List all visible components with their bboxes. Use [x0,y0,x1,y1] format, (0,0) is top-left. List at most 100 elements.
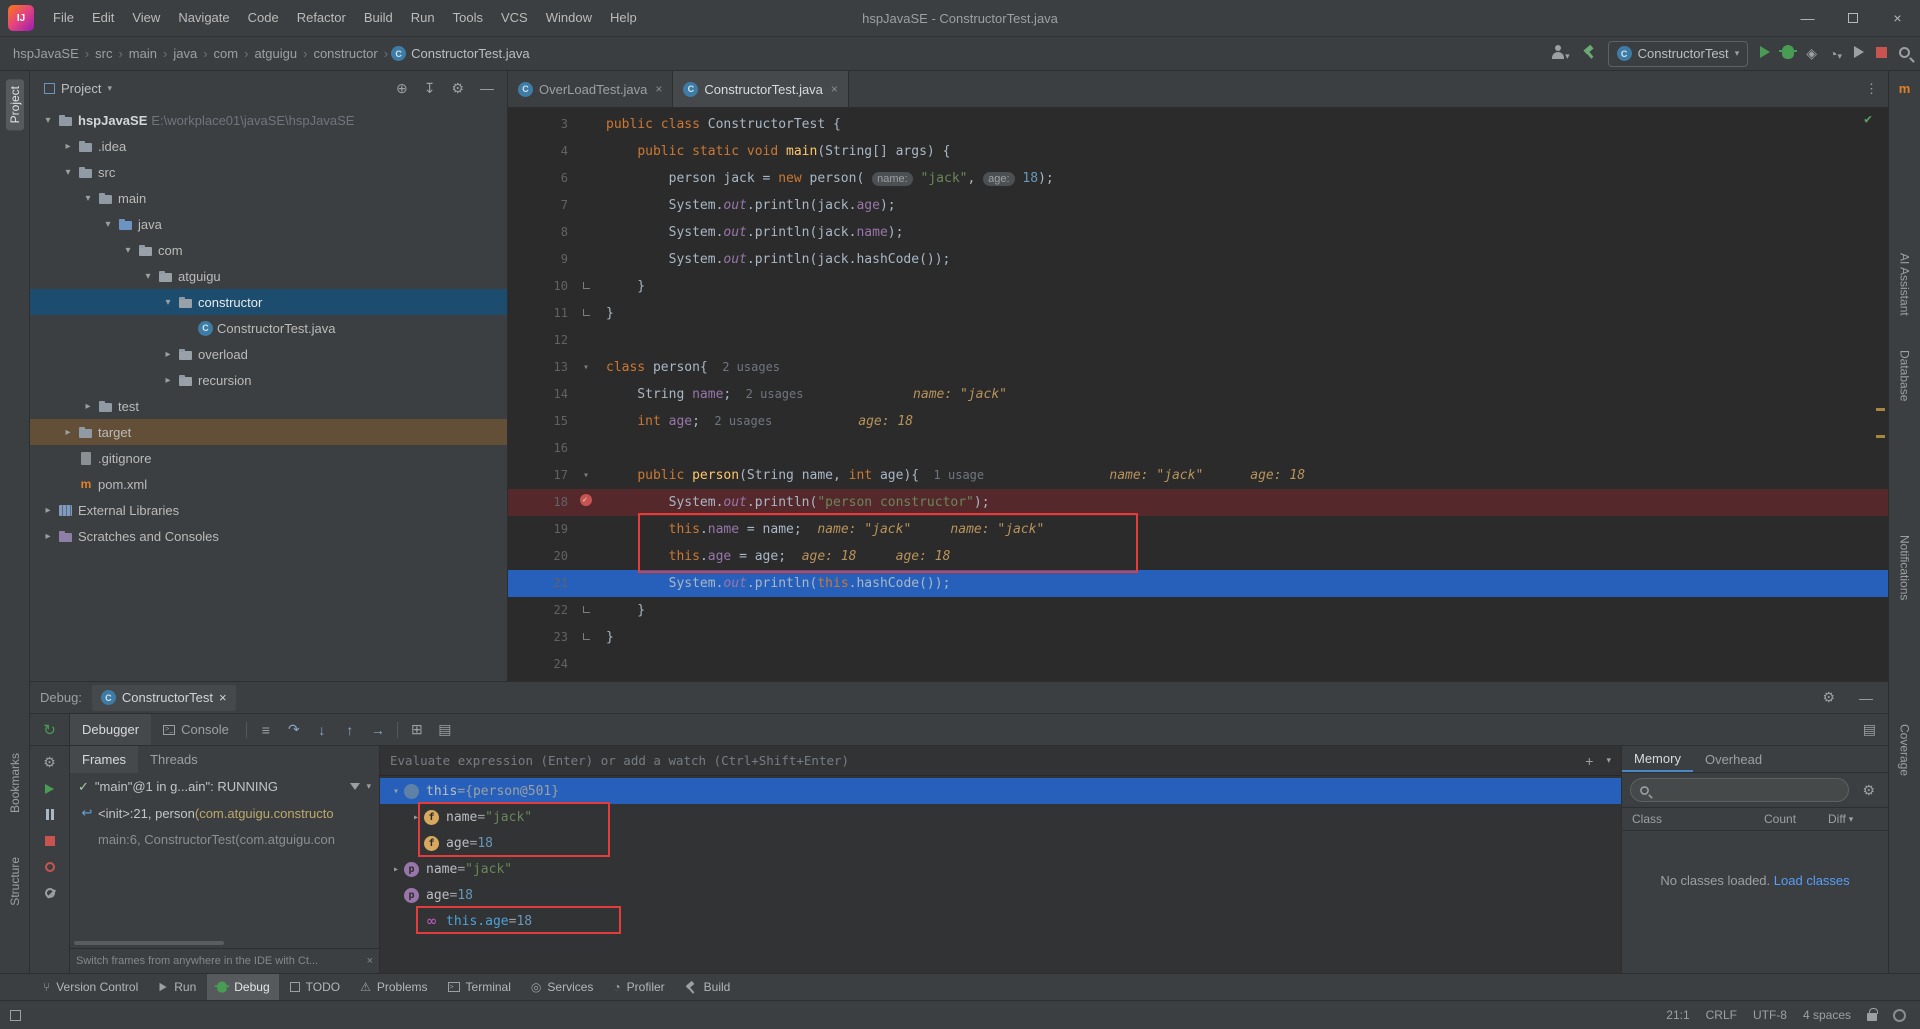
stop-button[interactable] [45,834,55,849]
tree-item-constructor[interactable]: ▾constructor [30,289,507,315]
variable-row[interactable]: ▸pname = "jack" [380,856,1621,882]
step-over-button[interactable]: ↷ [280,721,308,738]
tab-options-icon[interactable]: ⋮ [1865,81,1878,97]
stack-frame[interactable]: ↩<init>:21, person (com.atguigu.construc… [70,800,379,826]
hide-debug-panel-button[interactable]: — [1854,690,1878,706]
tab-debugger[interactable]: Debugger [70,714,151,745]
mute-breakpoints-button[interactable] [45,886,55,901]
indent-setting[interactable]: 4 spaces [1803,1008,1851,1022]
code-line[interactable]: 11} [508,300,1888,327]
menu-item-help[interactable]: Help [601,0,646,36]
step-out-button[interactable]: ↑ [336,722,364,738]
gutter[interactable]: 9 [508,246,598,273]
breakpoint-icon[interactable] [580,494,592,506]
sidebar-item-notifications[interactable]: Notifications [1896,528,1914,607]
menu-item-window[interactable]: Window [537,0,601,36]
lock-icon[interactable] [1867,1013,1877,1021]
code-line[interactable]: 24 [508,651,1888,678]
code-area[interactable]: 3public class ConstructorTest {4 public … [508,108,1888,678]
variable-row[interactable]: ▸fname = "jack" [380,804,1621,830]
tree-item-constructortest-java[interactable]: CConstructorTest.java [30,315,507,341]
gutter[interactable]: 23 [508,624,598,651]
gutter[interactable]: 19 [508,516,598,543]
close-icon[interactable]: × [829,82,838,96]
close-icon[interactable]: × [367,955,373,967]
breadcrumb-item[interactable]: hspJavaSE [10,44,82,63]
run-button[interactable] [1760,46,1770,61]
memory-settings-icon[interactable]: ⚙ [1857,782,1880,799]
debug-settings-icon[interactable]: ⚙ [1817,689,1840,706]
tree-item-target[interactable]: ▸target [30,419,507,445]
tree-item-scratches-and-consoles[interactable]: ▸Scratches and Consoles [30,523,507,549]
view-breakpoints-button[interactable]: ⊞ [403,721,431,738]
tree-item-src[interactable]: ▾src [30,159,507,185]
variable-row[interactable]: fage = 18 [380,830,1621,856]
editor-tab[interactable]: COverLoadTest.java× [508,71,673,107]
view-breakpoints-button[interactable] [45,860,55,875]
gutter[interactable]: 8 [508,219,598,246]
code-line[interactable]: 6 person jack = new person( name: "jack"… [508,165,1888,192]
breadcrumb-item[interactable]: com [211,44,242,63]
thread-selector[interactable]: ✓ "main"@1 in g...ain": RUNNING ▾ [70,773,379,800]
code-line[interactable]: 12 [508,327,1888,354]
settings-icon[interactable]: ⚙ [446,80,469,97]
gutter[interactable]: 18 [508,489,598,516]
toolwindow-button-problems[interactable]: ⚠Problems [351,974,436,1000]
gutter[interactable]: 14 [508,381,598,408]
maven-icon[interactable]: m [1899,81,1911,96]
breadcrumb-item[interactable]: java [170,44,200,63]
run-config-selector[interactable]: C ConstructorTest ▾ [1608,41,1749,67]
evaluate-expression-button[interactable]: ▤ [431,721,459,738]
sidebar-item-coverage[interactable]: Coverage [1896,717,1914,783]
profiler-button[interactable]: ◔▾ [1829,46,1842,62]
variable-row[interactable]: ▾this = {person@501} [380,778,1621,804]
memory-search-input[interactable] [1630,778,1849,802]
more-options-icon[interactable]: ≡ [252,722,280,738]
code-line[interactable]: 20 this.age = age; age: 18 age: 18 [508,543,1888,570]
tree-item-java[interactable]: ▾java [30,211,507,237]
gutter[interactable]: 7 [508,192,598,219]
stop-button[interactable] [1876,46,1887,61]
variable-row[interactable]: page = 18 [380,882,1621,908]
gutter[interactable]: 3 [508,111,598,138]
gutter[interactable]: 20 [508,543,598,570]
gutter[interactable]: 13▾ [508,354,598,381]
breadcrumb-file[interactable]: CConstructorTest.java [391,46,530,61]
menu-item-edit[interactable]: Edit [83,0,123,36]
code-line[interactable]: 21 System.out.println(this.hashCode()); [508,570,1888,597]
file-encoding[interactable]: UTF-8 [1753,1008,1787,1022]
sidebar-item-bookmarks[interactable]: Bookmarks [6,746,24,820]
breadcrumb-item[interactable]: main [126,44,160,63]
menu-item-run[interactable]: Run [402,0,444,36]
toolwindow-button-version-control[interactable]: ⑂Version Control [34,974,147,1000]
toolwindow-button-profiler[interactable]: ◔Profiler [604,974,673,1000]
column-class[interactable]: Class [1632,812,1764,826]
tree-item-external-libraries[interactable]: ▸External Libraries [30,497,507,523]
gutter[interactable]: 24 [508,651,598,678]
coverage-button[interactable]: ◈ [1806,45,1817,62]
window-layout-icon[interactable] [10,1010,21,1021]
code-line[interactable]: 8 System.out.println(jack.name); [508,219,1888,246]
close-button[interactable]: × [1875,0,1920,36]
rerun-button-disabled[interactable] [1854,46,1864,61]
breadcrumb-item[interactable]: constructor [310,44,380,63]
gutter[interactable]: 15 [508,408,598,435]
breadcrumb-item[interactable]: atguigu [251,44,300,63]
inspections-ok-icon[interactable]: ✔ [1864,112,1872,127]
gutter[interactable]: 11 [508,300,598,327]
chevron-down-icon[interactable]: ▾ [366,781,371,792]
gutter[interactable]: 6 [508,165,598,192]
toolwindow-button-build[interactable]: Build [676,974,740,1000]
build-project-button[interactable] [1582,45,1596,62]
gutter[interactable]: 22 [508,597,598,624]
tab-overhead[interactable]: Overhead [1693,746,1774,772]
toolwindow-button-services[interactable]: ◎Services [522,974,603,1000]
debug-session-tab[interactable]: C ConstructorTest × [92,685,236,711]
collapse-all-button[interactable]: ↧ [419,80,441,97]
rerun-debug-button[interactable]: ↻ [43,721,56,739]
column-diff[interactable]: Diff▾ [1828,812,1878,826]
add-watch-icon[interactable]: + [1580,753,1598,769]
menu-item-refactor[interactable]: Refactor [288,0,355,36]
tab-frames[interactable]: Frames [70,746,138,773]
tree-item-overload[interactable]: ▸overload [30,341,507,367]
